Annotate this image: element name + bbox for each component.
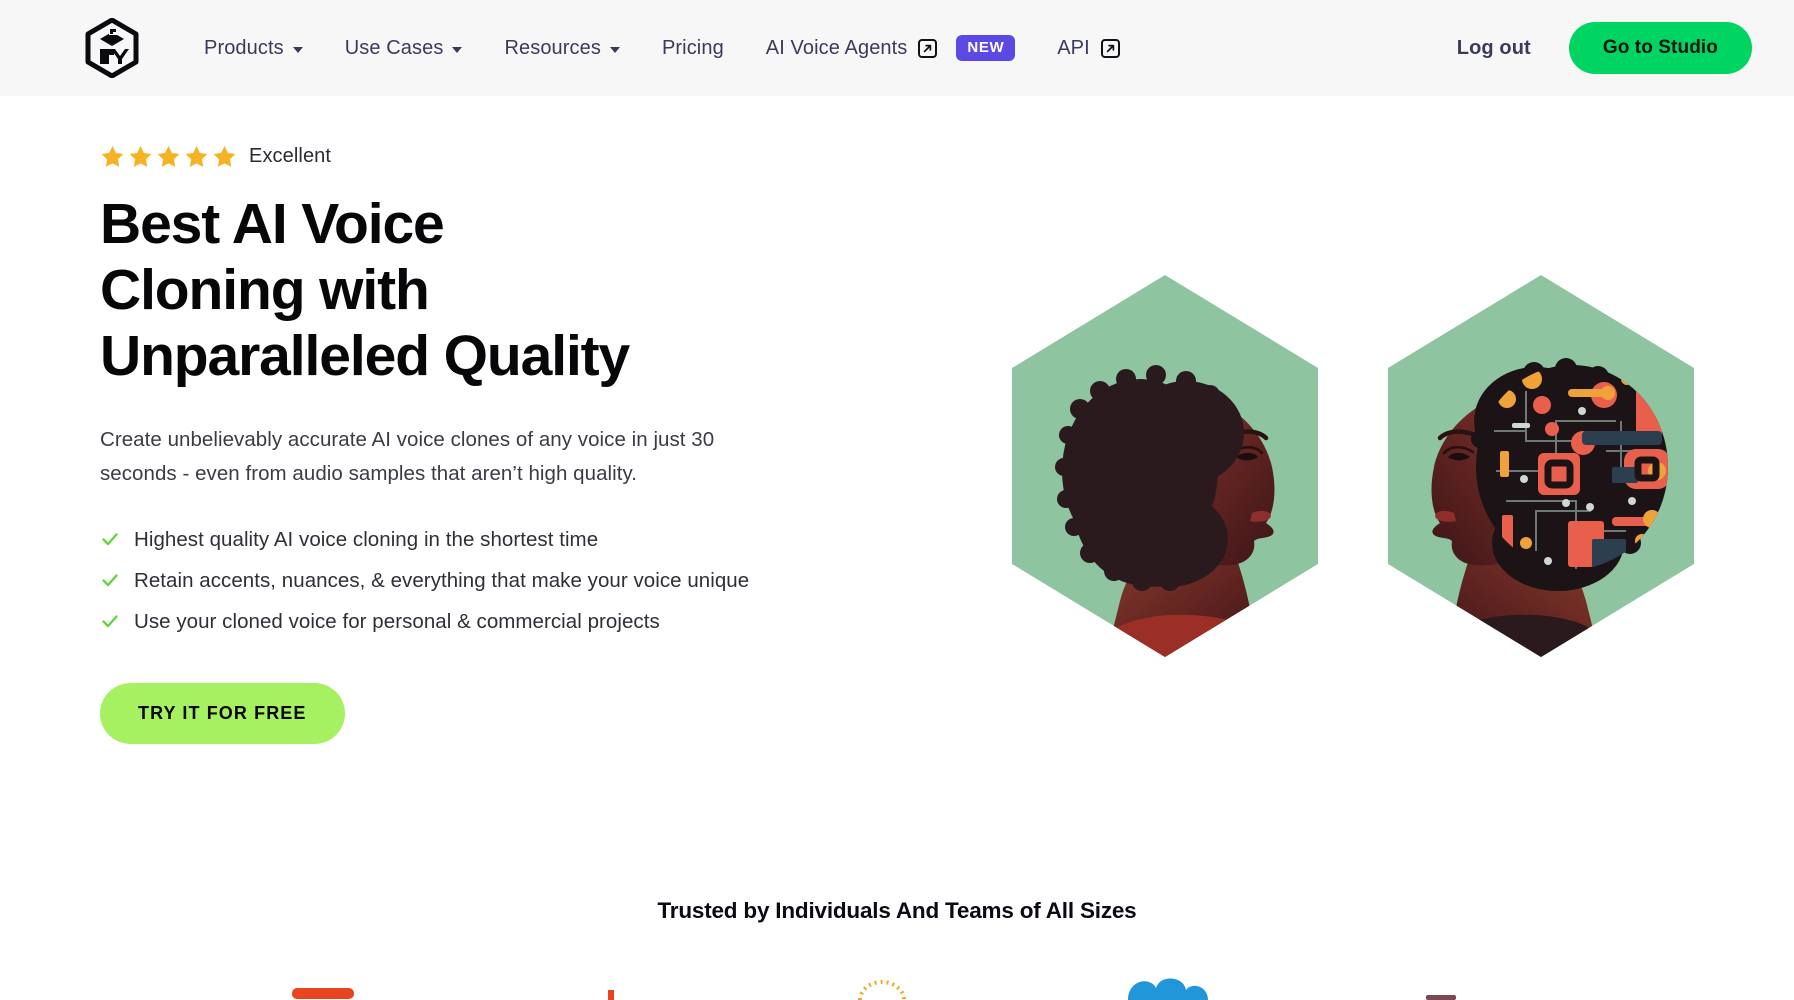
- nav-label: API: [1057, 36, 1090, 59]
- playht-cube-logo[interactable]: [84, 18, 140, 78]
- hero-feature-list: Highest quality AI voice cloning in the …: [100, 523, 860, 639]
- nav-item-api[interactable]: API: [1057, 37, 1120, 60]
- external-link-icon: [918, 38, 938, 58]
- chevron-down-icon: [452, 46, 463, 53]
- hero-copy: Excellent Best AI Voice Cloning with Unp…: [100, 96, 860, 886]
- list-item: Retain accents, nuances, & everything th…: [100, 564, 800, 597]
- nav-label: Resources: [504, 36, 601, 59]
- header-actions: Log out Go to Studio: [1457, 0, 1752, 96]
- partner-logo-maroon-bar: [1426, 995, 1456, 1000]
- hero-artwork: [1000, 271, 1706, 661]
- star-icon: [213, 145, 236, 167]
- rating-row: Excellent: [100, 144, 860, 169]
- hero-headline: Best AI Voice Cloning with Unparalleled …: [100, 192, 630, 389]
- star-icon: [129, 145, 152, 167]
- feature-text: Highest quality AI voice cloning in the …: [134, 527, 599, 551]
- rating-label: Excellent: [249, 145, 332, 167]
- nav-item-resources[interactable]: Resources: [504, 37, 620, 60]
- star-icon: [185, 145, 208, 167]
- partner-logo-red: [292, 988, 354, 999]
- list-item: Use your cloned voice for personal & com…: [100, 605, 800, 638]
- check-icon: [102, 533, 118, 546]
- feature-text: Retain accents, nuances, & everything th…: [134, 569, 750, 593]
- nav-label: AI Voice Agents: [765, 36, 908, 59]
- nav-item-pricing[interactable]: Pricing: [662, 37, 724, 60]
- nav-item-products[interactable]: Products: [204, 37, 303, 60]
- logout-link[interactable]: Log out: [1457, 37, 1531, 60]
- primary-nav: Products Use Cases Resources Pricing AI …: [204, 35, 1120, 61]
- nav-item-use-cases[interactable]: Use Cases: [345, 37, 463, 60]
- check-icon: [102, 615, 118, 628]
- external-link-icon: [1100, 38, 1120, 58]
- feature-text: Use your cloned voice for personal & com…: [134, 610, 660, 634]
- trusted-section: Trusted by Individuals And Teams of All …: [0, 898, 1794, 1000]
- hero-subtext: Create unbelievably accurate AI voice cl…: [100, 428, 715, 486]
- star-icon: [101, 145, 124, 167]
- star-rating: [100, 144, 237, 169]
- nav-label: Use Cases: [344, 36, 444, 59]
- nav-badge-new: NEW: [956, 35, 1016, 61]
- partner-logo-orange-arc: [858, 980, 906, 1000]
- nav-label: Products: [204, 36, 284, 59]
- site-header: Products Use Cases Resources Pricing AI …: [0, 0, 1794, 96]
- try-it-for-free-button[interactable]: TRY IT FOR FREE: [100, 682, 345, 744]
- partner-logo-strip: [0, 966, 1794, 1000]
- trusted-heading: Trusted by Individuals And Teams of All …: [657, 898, 1137, 923]
- go-to-studio-button[interactable]: Go to Studio: [1568, 22, 1752, 74]
- hero-section: Excellent Best AI Voice Cloning with Unp…: [0, 96, 1794, 886]
- hexagon-portrait-afro: [1012, 275, 1318, 657]
- star-icon: [157, 145, 180, 167]
- nav-label: Pricing: [661, 36, 724, 59]
- check-icon: [102, 574, 118, 587]
- nav-item-ai-voice-agents[interactable]: AI Voice Agents NEW: [765, 35, 1016, 61]
- partner-logo-orange-dots: [608, 990, 614, 1000]
- chevron-down-icon: [609, 46, 620, 53]
- partner-logo-blue-cloud: [1128, 978, 1208, 1000]
- chevron-down-icon: [292, 46, 303, 53]
- list-item: Highest quality AI voice cloning in the …: [100, 523, 800, 556]
- hexagon-portrait-circuit-brain: [1388, 275, 1694, 657]
